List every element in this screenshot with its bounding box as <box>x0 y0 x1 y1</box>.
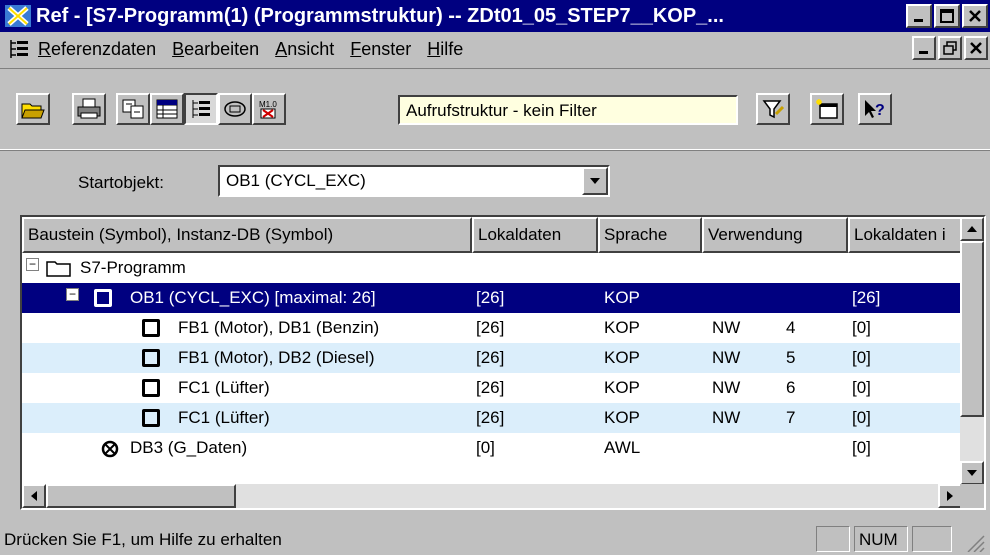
restore-icon <box>943 41 957 55</box>
block-icon <box>142 409 160 427</box>
scroll-left-button[interactable] <box>22 484 46 508</box>
unused-symbols-button[interactable] <box>218 93 252 125</box>
maximize-icon <box>940 9 954 23</box>
toolbar: M1.0 Aufrufstruktur - kein Filter ? <box>0 68 990 150</box>
status-bar: Drücken Sie F1, um Hilfe zu erhalten NUM <box>0 518 990 555</box>
window-title: Ref - [S7-Programm(1) (Programmstruktur)… <box>36 4 724 27</box>
close-icon <box>970 42 982 54</box>
context-help-button[interactable]: ? <box>858 93 892 125</box>
list-item[interactable]: DB3 (G_Daten) [0] AWL [0] <box>22 433 962 463</box>
menu-referenzdaten[interactable]: Referenzdaten <box>38 39 156 60</box>
arrow-right-icon <box>947 491 953 501</box>
list-item[interactable]: FC1 (Lüfter) [26] KOP NW 7 [0] <box>22 403 962 433</box>
filter-button[interactable] <box>756 93 790 125</box>
new-window-button[interactable] <box>810 93 844 125</box>
data-block-icon <box>101 440 119 458</box>
vertical-scroll-thumb[interactable] <box>960 241 984 417</box>
title-bar[interactable]: Ref - [S7-Programm(1) (Programmstruktur)… <box>0 0 990 32</box>
open-folder-icon <box>21 103 45 119</box>
list-item[interactable]: FC1 (Lüfter) [26] KOP NW 6 [0] <box>22 373 962 403</box>
list-rows: − S7-Programm − OB1 (CYCL_EXC) [maximal:… <box>22 253 962 463</box>
menu-hilfe[interactable]: Hilfe <box>427 39 463 60</box>
menu-ansicht[interactable]: Ansicht <box>275 39 334 60</box>
combobox-dropdown-button[interactable] <box>582 167 608 195</box>
block-icon <box>142 319 160 337</box>
start-object-combobox[interactable]: OB1 (CYCL_EXC) <box>218 165 610 197</box>
arrow-down-icon <box>967 470 977 476</box>
program-structure-button[interactable] <box>184 93 218 125</box>
assignment-list-button[interactable] <box>150 93 184 125</box>
list-item-selected[interactable]: − OB1 (CYCL_EXC) [maximal: 26] [26] KOP … <box>22 283 962 313</box>
filter-display: Aufrufstruktur - kein Filter <box>398 95 738 125</box>
arrow-left-icon <box>31 491 37 501</box>
filter-funnel-icon <box>762 100 785 119</box>
column-header-sprache[interactable]: Sprache <box>598 217 702 253</box>
status-text: Drücken Sie F1, um Hilfe zu erhalten <box>4 530 282 549</box>
block-icon <box>142 349 160 367</box>
cross-reference-icon <box>122 99 144 119</box>
close-button[interactable] <box>962 4 988 28</box>
mdi-restore-button[interactable] <box>938 36 962 60</box>
maximize-button[interactable] <box>934 4 960 28</box>
collapse-icon[interactable]: − <box>66 288 79 301</box>
menu-bearbeiten[interactable]: Bearbeiten <box>172 39 259 60</box>
addresses-without-symbol-button[interactable]: M1.0 <box>252 93 286 125</box>
list-header: Baustein (Symbol), Instanz-DB (Symbol) L… <box>22 217 962 253</box>
start-object-value: OB1 (CYCL_EXC) <box>226 171 366 190</box>
minimize-icon <box>914 19 923 22</box>
list-item[interactable]: FB1 (Motor), DB1 (Benzin) [26] KOP NW 4 … <box>22 313 962 343</box>
tree-structure-icon <box>192 100 210 118</box>
symbol-bracket-icon <box>224 101 246 117</box>
list-item[interactable]: FB1 (Motor), DB2 (Diesel) [26] KOP NW 5 … <box>22 343 962 373</box>
status-pane-empty <box>816 526 850 552</box>
column-header-baustein[interactable]: Baustein (Symbol), Instanz-DB (Symbol) <box>22 217 472 253</box>
close-icon <box>969 10 981 22</box>
mdi-minimize-button[interactable] <box>912 36 936 60</box>
collapse-icon[interactable]: − <box>26 258 39 271</box>
column-header-lokaldaten[interactable]: Lokaldaten <box>472 217 598 253</box>
print-button[interactable] <box>72 93 106 125</box>
minimize-icon <box>919 51 928 54</box>
column-header-lokaldaten-2[interactable]: Lokaldaten i <box>848 217 962 253</box>
scrollbar-corner <box>960 484 984 508</box>
printer-icon <box>77 98 101 119</box>
menu-bar: Referenzdaten Bearbeiten Ansicht Fenster… <box>0 32 990 66</box>
grid-list-icon <box>156 99 178 119</box>
num-lock-indicator: NUM <box>854 526 908 552</box>
scroll-down-button[interactable] <box>960 461 984 485</box>
arrow-up-icon <box>967 226 977 232</box>
svg-text:M1.0: M1.0 <box>259 100 277 109</box>
start-object-row: Startobjekt: OB1 (CYCL_EXC) <box>0 150 990 210</box>
scroll-up-button[interactable] <box>960 217 984 241</box>
open-button[interactable] <box>16 93 50 125</box>
cross-reference-button[interactable] <box>116 93 150 125</box>
list-item[interactable]: − S7-Programm <box>22 253 962 283</box>
horizontal-scrollbar[interactable] <box>22 484 962 508</box>
new-window-icon <box>816 99 838 119</box>
block-icon <box>142 379 160 397</box>
resize-grip-icon[interactable] <box>964 532 986 552</box>
status-pane-empty-2 <box>912 526 952 552</box>
address-no-symbol-icon: M1.0 <box>259 100 277 119</box>
reference-list[interactable]: Baustein (Symbol), Instanz-DB (Symbol) L… <box>20 215 986 510</box>
tree-structure-icon[interactable] <box>8 38 30 60</box>
help-pointer-icon: ? <box>865 100 885 119</box>
folder-icon <box>46 261 71 277</box>
ref-app-icon <box>5 5 31 27</box>
mdi-close-button[interactable] <box>964 36 988 60</box>
vertical-scrollbar[interactable] <box>960 217 984 485</box>
menu-fenster[interactable]: Fenster <box>350 39 411 60</box>
horizontal-scroll-thumb[interactable] <box>46 484 236 508</box>
block-icon <box>94 289 112 307</box>
scroll-right-button[interactable] <box>938 484 962 508</box>
chevron-down-icon <box>590 178 600 184</box>
svg-text:?: ? <box>875 102 885 119</box>
minimize-button[interactable] <box>906 4 932 28</box>
start-object-label: Startobjekt: <box>78 173 164 192</box>
app-window: Ref - [S7-Programm(1) (Programmstruktur)… <box>0 0 990 555</box>
column-header-verwendung[interactable]: Verwendung <box>702 217 848 253</box>
